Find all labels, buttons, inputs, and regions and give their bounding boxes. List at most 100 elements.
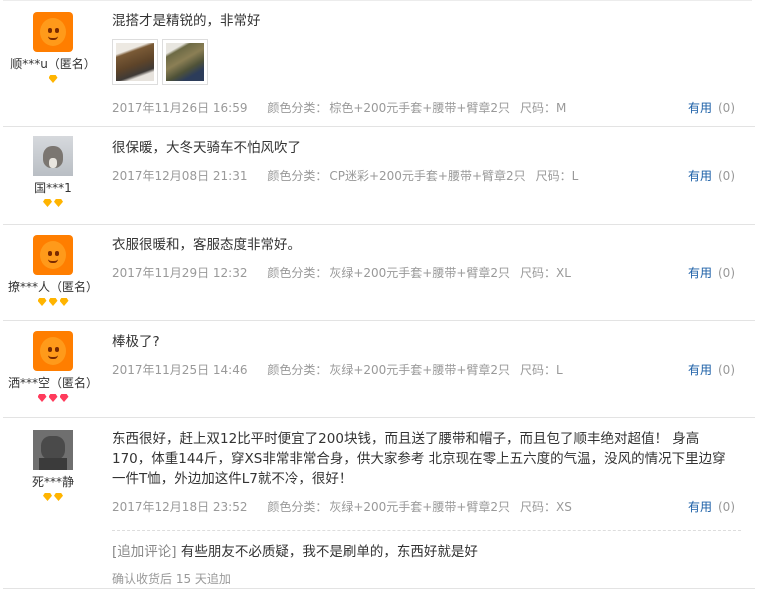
size-value: 尺码：XS: [520, 500, 572, 514]
sku-info: 颜色分类： 灰绿+200元手套+腰带+臂章2只 尺码：XS: [267, 499, 572, 515]
review-item: 撩***人（匿名） 衣服很暖和，客服态度非常好。 2017年11月29日 12:…: [3, 225, 755, 321]
review-content: 很保暖，大冬天骑车不怕风吹了 2017年12月08日 21:31 颜色分类： CP…: [112, 138, 741, 224]
size-value: 尺码：XL: [520, 266, 571, 280]
review-item: 洒***空（匿名） 棒极了? 2017年11月25日 14:46 颜色分类： 灰绿…: [3, 321, 755, 418]
review-meta: 2017年12月08日 21:31 颜色分类： CP迷彩+200元手套+腰带+臂章…: [112, 168, 741, 184]
review-photo-thumbnail[interactable]: [112, 39, 158, 85]
sku-value: 灰绿+200元手套+腰带+臂章2只: [329, 363, 511, 377]
reviewer-avatar[interactable]: [33, 12, 73, 52]
appended-review: [追加评论] 有些朋友不必质疑，我不是刷单的，东西好就是好: [112, 540, 478, 560]
reviewer-avatar[interactable]: [33, 136, 73, 176]
sku-info: 颜色分类： 棕色+200元手套+腰带+臂章2只 尺码：M: [267, 100, 566, 116]
sku-label: 颜色分类：: [267, 266, 328, 280]
useful-label[interactable]: 有用: [688, 101, 712, 115]
diamond-rank-icon: [48, 298, 58, 306]
useful-label[interactable]: 有用: [688, 169, 712, 183]
review-list: 顺***u（匿名） 混搭才是精锐的，非常好 2017年11月26日 16:59 …: [3, 0, 755, 589]
review-item: 死***静 东西很好，赶上双12比平时便宜了200块钱，而且送了腰带和帽子，而且…: [3, 418, 755, 589]
useful-count: (0): [718, 500, 735, 514]
review-text: 混搭才是精锐的，非常好: [112, 13, 261, 29]
reviewer-info: 国***1: [3, 127, 103, 209]
reviewer-info: 死***静: [3, 418, 103, 503]
review-item: 顺***u（匿名） 混搭才是精锐的，非常好 2017年11月26日 16:59 …: [3, 0, 755, 127]
diamond-rank-icon: [37, 298, 47, 306]
diamond-rank-icon: [54, 199, 63, 207]
size-value: 尺码：L: [535, 169, 579, 183]
append-text: 有些朋友不必质疑，我不是刷单的，东西好就是好: [180, 544, 478, 560]
diamond-rank-icon: [48, 75, 58, 83]
sku-value: 棕色+200元手套+腰带+臂章2只: [329, 101, 511, 115]
useful-label[interactable]: 有用: [688, 363, 712, 377]
review-meta: 2017年11月25日 14:46 颜色分类： 灰绿+200元手套+腰带+臂章2只…: [112, 362, 741, 378]
useful-button[interactable]: 有用 (0): [688, 265, 735, 281]
size-value: 尺码：M: [520, 101, 567, 115]
review-photos: [112, 39, 741, 87]
useful-button[interactable]: 有用 (0): [688, 168, 735, 184]
diamond-rank-icon: [54, 493, 63, 501]
useful-label[interactable]: 有用: [688, 500, 712, 514]
useful-count: (0): [718, 169, 735, 183]
buyer-rank-icons: [3, 199, 103, 209]
sku-info: 颜色分类： 灰绿+200元手套+腰带+臂章2只 尺码：L: [267, 362, 562, 378]
review-meta: 2017年11月26日 16:59 颜色分类： 棕色+200元手套+腰带+臂章2只…: [112, 100, 741, 116]
buyer-rank-icons: [3, 493, 103, 503]
review-item: 国***1 很保暖，大冬天骑车不怕风吹了 2017年12月08日 21:31 颜…: [3, 127, 755, 225]
review-text: 衣服很暖和，客服态度非常好。: [112, 237, 301, 253]
sku-value: 灰绿+200元手套+腰带+臂章2只: [329, 266, 511, 280]
sku-value: 灰绿+200元手套+腰带+臂章2只: [329, 500, 511, 514]
append-time-note: 确认收货后 15 天追加: [112, 572, 231, 586]
sku-label: 颜色分类：: [267, 169, 328, 183]
review-date: 2017年12月08日 21:31: [112, 169, 248, 183]
diamond-rank-icon: [43, 199, 52, 207]
reviewer-avatar[interactable]: [33, 430, 73, 470]
append-divider: [112, 530, 741, 531]
diamond-rank-icon: [43, 493, 52, 501]
sku-label: 颜色分类：: [267, 101, 328, 115]
useful-button[interactable]: 有用 (0): [688, 499, 735, 515]
reviewer-avatar[interactable]: [33, 235, 73, 275]
review-content: 衣服很暖和，客服态度非常好。 2017年11月29日 12:32 颜色分类： 灰绿…: [112, 235, 741, 320]
append-tag: [追加评论]: [112, 544, 177, 560]
sku-info: 颜色分类： 灰绿+200元手套+腰带+臂章2只 尺码：XL: [267, 265, 571, 281]
review-date: 2017年11月29日 12:32: [112, 266, 248, 280]
sku-label: 颜色分类：: [267, 500, 328, 514]
useful-button[interactable]: 有用 (0): [688, 100, 735, 116]
reviewer-avatar[interactable]: [33, 331, 73, 371]
useful-button[interactable]: 有用 (0): [688, 362, 735, 378]
review-content: 棒极了? 2017年11月25日 14:46 颜色分类： 灰绿+200元手套+腰带…: [112, 332, 741, 417]
useful-count: (0): [718, 363, 735, 377]
review-text: 很保暖，大冬天骑车不怕风吹了: [112, 140, 301, 156]
review-photo-thumbnail[interactable]: [162, 39, 208, 85]
reviewer-name[interactable]: 国***1: [3, 181, 103, 195]
sku-value: CP迷彩+200元手套+腰带+臂章2只: [329, 169, 526, 183]
buyer-rank-icons: [3, 394, 103, 404]
review-date: 2017年12月18日 23:52: [112, 500, 248, 514]
reviewer-info: 洒***空（匿名）: [3, 321, 103, 404]
sku-info: 颜色分类： CP迷彩+200元手套+腰带+臂章2只 尺码：L: [267, 168, 578, 184]
review-meta: 2017年11月29日 12:32 颜色分类： 灰绿+200元手套+腰带+臂章2只…: [112, 265, 741, 281]
reviewer-info: 撩***人（匿名）: [3, 225, 103, 308]
buyer-rank-icons: [3, 75, 103, 85]
useful-count: (0): [718, 101, 735, 115]
reviewer-name[interactable]: 洒***空（匿名）: [3, 376, 103, 390]
size-value: 尺码：L: [520, 363, 563, 377]
red-heart-rank-icon: [59, 394, 69, 402]
useful-count: (0): [718, 266, 735, 280]
reviewer-name[interactable]: 死***静: [3, 475, 103, 489]
review-content: 混搭才是精锐的，非常好 2017年11月26日 16:59 颜色分类： 棕色+20…: [112, 11, 741, 127]
red-heart-rank-icon: [48, 394, 58, 402]
buyer-rank-icons: [3, 298, 103, 308]
review-meta: 2017年12月18日 23:52 颜色分类： 灰绿+200元手套+腰带+臂章2只…: [112, 499, 741, 515]
reviewer-name[interactable]: 顺***u（匿名）: [3, 57, 103, 71]
reviewer-name[interactable]: 撩***人（匿名）: [3, 280, 103, 294]
review-date: 2017年11月25日 14:46: [112, 363, 248, 377]
review-text: 棒极了?: [112, 334, 160, 350]
reviewer-info: 顺***u（匿名）: [3, 0, 103, 85]
red-heart-rank-icon: [37, 394, 47, 402]
useful-label[interactable]: 有用: [688, 266, 712, 280]
review-content: 东西很好，赶上双12比平时便宜了200块钱，而且送了腰带和帽子，而且包了顺丰绝对…: [112, 429, 741, 589]
review-date: 2017年11月26日 16:59: [112, 101, 248, 115]
diamond-rank-icon: [59, 298, 69, 306]
sku-label: 颜色分类：: [267, 363, 328, 377]
review-text: 东西很好，赶上双12比平时便宜了200块钱，而且送了腰带和帽子，而且包了顺丰绝对…: [112, 431, 726, 487]
